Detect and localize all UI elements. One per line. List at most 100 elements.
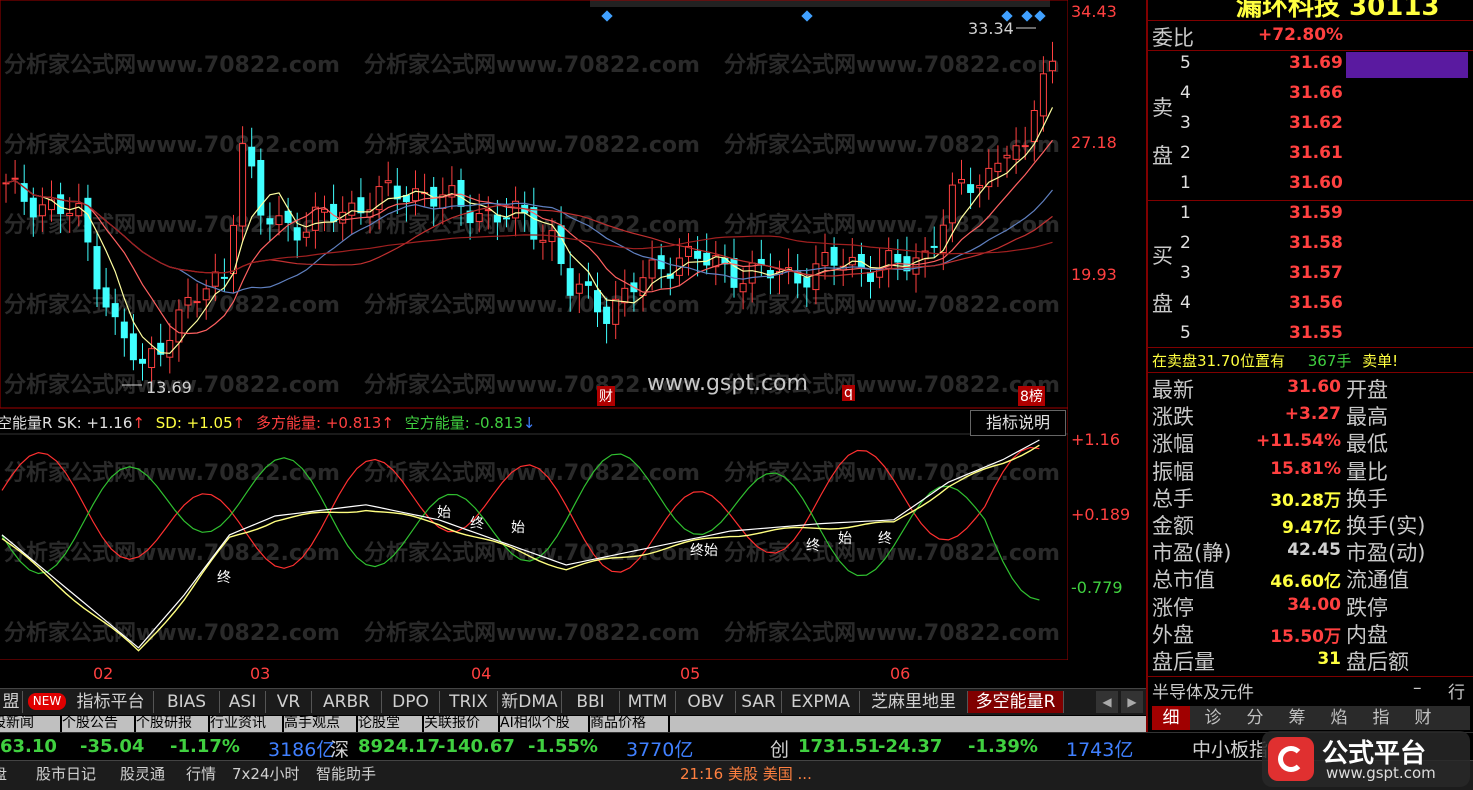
news-tab[interactable]: 行业资讯 [210,716,284,732]
bottom-tab[interactable]: 股市日记 [36,763,96,784]
watermark-text: 分析家公式网www.70822.com [4,460,340,486]
candle-body [211,271,219,287]
quote-tab[interactable]: 指 [1362,706,1400,730]
news-tab[interactable]: AI相似个股 [500,716,590,732]
indicator-tab[interactable]: BIAS [154,691,220,713]
candle-body [821,251,829,267]
bear-label: 空方能量: [404,414,470,432]
indicator-tab[interactable]: TRIX [440,691,498,713]
indicator-tab[interactable]: DPO [382,691,440,713]
news-tab[interactable]: 论股堂 [358,716,424,732]
indicator-tab[interactable]: VR [266,691,312,713]
bottom-tab[interactable]: 7x24小时 [232,763,300,784]
indicator-explain-button[interactable]: 指标说明 [970,410,1066,436]
signal-mark: 始 [838,531,852,547]
news-tab[interactable]: 个股研报 [136,716,210,732]
candle-body [184,296,192,306]
news-tab[interactable]: 股新闻 [0,716,62,732]
weibi-value: +72.80% [1258,25,1344,45]
sell-price[interactable]: 31.69 [1289,53,1343,73]
stat-label-right: 盘后额 [1346,650,1409,674]
buy-level: 2 [1180,233,1191,253]
buy-price[interactable]: 31.58 [1289,233,1343,253]
signal-mark: 始 [437,505,451,521]
news-tab[interactable]: 个股公告 [62,716,136,732]
tab-first[interactable]: 盟 [0,691,23,713]
buy-price[interactable]: 31.59 [1289,203,1343,223]
index-bar: 63.10 -35.04 -1.17% 3186亿深 8924.17 -140.67 -1.… [0,732,1473,762]
index-name[interactable]: 创 [770,735,789,762]
candle-body [621,287,629,304]
news-tab[interactable]: 高手观点 [284,716,358,732]
candle-body [1030,110,1038,143]
chart-area[interactable]: 分析家公式网www.70822.com 分析家公式网www.70822.com 分析… [0,0,1130,683]
stat-label-right: 换手 [1346,486,1388,511]
candle-body [857,253,865,268]
candle-body [148,348,156,369]
stat-value: +11.54% [1255,431,1341,452]
indicator-tab[interactable]: OBV [676,691,736,713]
indicator-tab[interactable]: ARBR [312,691,382,713]
quote-tab[interactable]: 焰 [1320,706,1358,730]
sector-right[interactable]: 行 [1448,678,1465,703]
sk-label: SK: [57,414,82,432]
index-name[interactable]: 深 [330,735,349,762]
stat-label-right: 最低 [1346,432,1388,457]
tab-scroll-left-button[interactable]: ◀ [1096,691,1118,713]
event-diamond-icon[interactable] [601,10,613,22]
event-diamond-icon[interactable] [1021,10,1033,22]
indicator-tab[interactable]: EXPMA [782,691,860,713]
sell-price[interactable]: 31.66 [1289,83,1343,103]
candle-body [38,204,46,217]
rank-marker[interactable]: 8榜 [1018,386,1045,406]
candle-body [830,246,838,266]
candle-body [894,253,902,263]
candle-body [584,281,592,286]
price-axis-label: 19.93 [1071,265,1117,284]
candle-body [557,225,565,265]
bottom-tab[interactable]: 智能助手 [316,763,376,784]
buy-price[interactable]: 31.57 [1289,263,1343,283]
indicator-tab[interactable]: 指标平台 [68,691,154,713]
news-tab[interactable]: 关联报价 [424,716,500,732]
indicator-tabs: 盟 NEW 指标平台 BIAS ASI VR ARBR DPO TRIX 新DMA BBI MTM… [0,688,1146,715]
quote-tab[interactable]: 财 [1404,706,1442,730]
candle-body [594,290,601,313]
buy-price[interactable]: 31.56 [1289,293,1343,313]
sell-price[interactable]: 31.60 [1289,173,1343,193]
indicator-tab[interactable]: 新DMA [498,691,562,713]
index-tail[interactable]: 中小板指 [1192,735,1268,762]
q-marker[interactable]: q [842,385,855,401]
sector-collapse[interactable]: – [1413,678,1422,698]
indicator-tab[interactable]: BBI [562,691,620,713]
watermark-text: 分析家公式网www.70822.com [724,132,1060,158]
event-diamond-icon[interactable] [1034,10,1046,22]
indicator-tab[interactable]: 多空能量R [968,691,1064,713]
event-diamond-icon[interactable] [801,10,813,22]
news-tab[interactable]: 商品价格 [590,716,670,732]
finance-marker[interactable]: 财 [597,386,615,406]
indicator-tab[interactable]: SAR [736,691,782,713]
bottom-tab[interactable]: 股灵通 [120,763,165,784]
buy-price[interactable]: 31.55 [1289,323,1343,343]
tab-scroll-right-button[interactable]: ▶ [1121,691,1143,713]
month-label: 02 [93,664,114,683]
sector-label[interactable]: 半导体及元件 [1152,678,1254,703]
indicator-axis-label: -0.779 [1071,578,1123,597]
quote-tab[interactable]: 细 [1152,706,1190,730]
high-price-label: 33.34 [968,19,1014,38]
indicator-tab[interactable]: ASI [220,691,266,713]
quote-tab[interactable]: 分 [1236,706,1274,730]
chart-canvas[interactable]: 分析家公式网www.70822.com 分析家公式网www.70822.com 分析… [0,0,1068,660]
sell-price[interactable]: 31.62 [1289,113,1343,133]
sell-price[interactable]: 31.61 [1289,143,1343,163]
bottom-tab[interactable]: 行情 [186,763,216,784]
sell-level: 2 [1180,143,1191,163]
candle-body [694,250,702,259]
news-ticker[interactable]: 21:16 美股 美国 ... [680,763,812,784]
quote-tab[interactable]: 诊 [1194,706,1232,730]
bottom-tab[interactable]: 盘 [0,763,7,784]
indicator-tab[interactable]: MTM [620,691,676,713]
indicator-tab[interactable]: 芝麻里地里 [860,691,968,713]
quote-tab[interactable]: 筹 [1278,706,1316,730]
